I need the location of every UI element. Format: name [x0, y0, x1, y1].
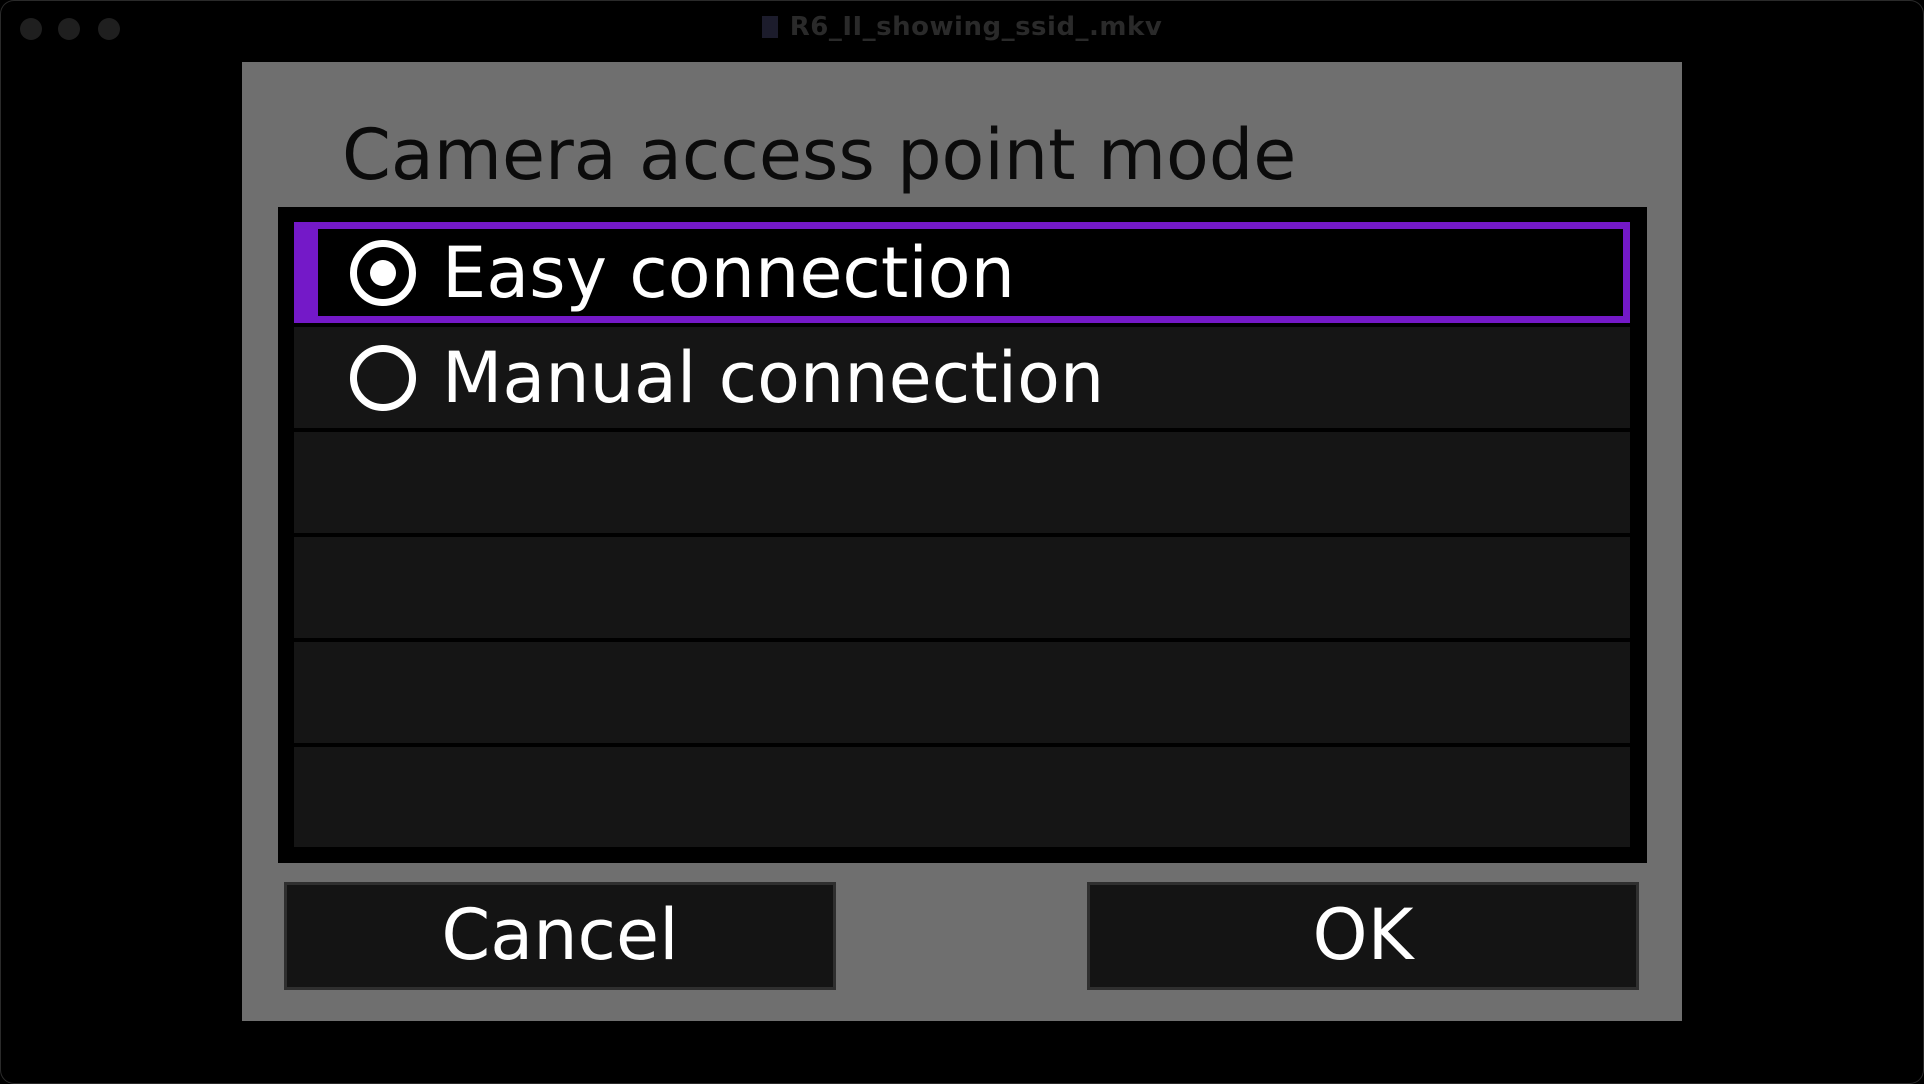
option-label: Manual connection [442, 337, 1105, 419]
window-titlebar: R6_II_showing_ssid_.mkv [0, 0, 1924, 56]
window-title: R6_II_showing_ssid_.mkv [789, 12, 1163, 42]
option-manual-connection[interactable]: Manual connection [294, 327, 1630, 428]
video-player-window: R6_II_showing_ssid_.mkv Camera access po… [0, 0, 1924, 1084]
ok-button[interactable]: OK [1087, 882, 1639, 990]
connection-option-list: Easy connection Manual connection [278, 207, 1647, 863]
window-title-container: R6_II_showing_ssid_.mkv [0, 12, 1924, 42]
radio-selected-icon [350, 240, 416, 306]
radio-unselected-icon [350, 345, 416, 411]
cancel-button[interactable]: Cancel [284, 882, 836, 990]
empty-list-row [294, 432, 1630, 533]
option-easy-connection[interactable]: Easy connection [294, 222, 1630, 323]
empty-list-row [294, 747, 1630, 847]
video-file-icon [761, 16, 778, 38]
dialog-title: Camera access point mode [342, 114, 1297, 196]
option-label: Easy connection [442, 232, 1015, 314]
empty-list-row [294, 537, 1630, 638]
empty-list-row [294, 642, 1630, 743]
camera-access-point-dialog: Camera access point mode Easy connection… [242, 62, 1682, 1021]
